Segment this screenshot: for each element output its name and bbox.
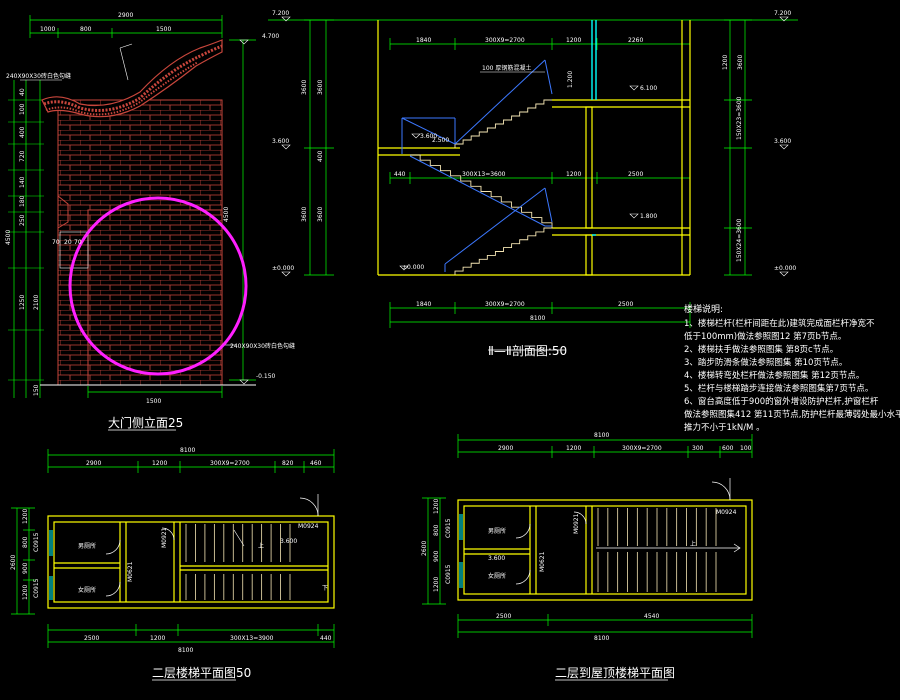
- cad-drawing-sheet: 2900 1000 800 1500 240X90X30砖白色勾缝 240X90…: [0, 0, 900, 700]
- gate-side-elevation: [8, 15, 256, 431]
- section-drawing: [268, 16, 798, 351]
- plan-floor2: [11, 449, 335, 681]
- plan-roof: [422, 434, 753, 681]
- cad-sheet-svg: [8, 15, 798, 681]
